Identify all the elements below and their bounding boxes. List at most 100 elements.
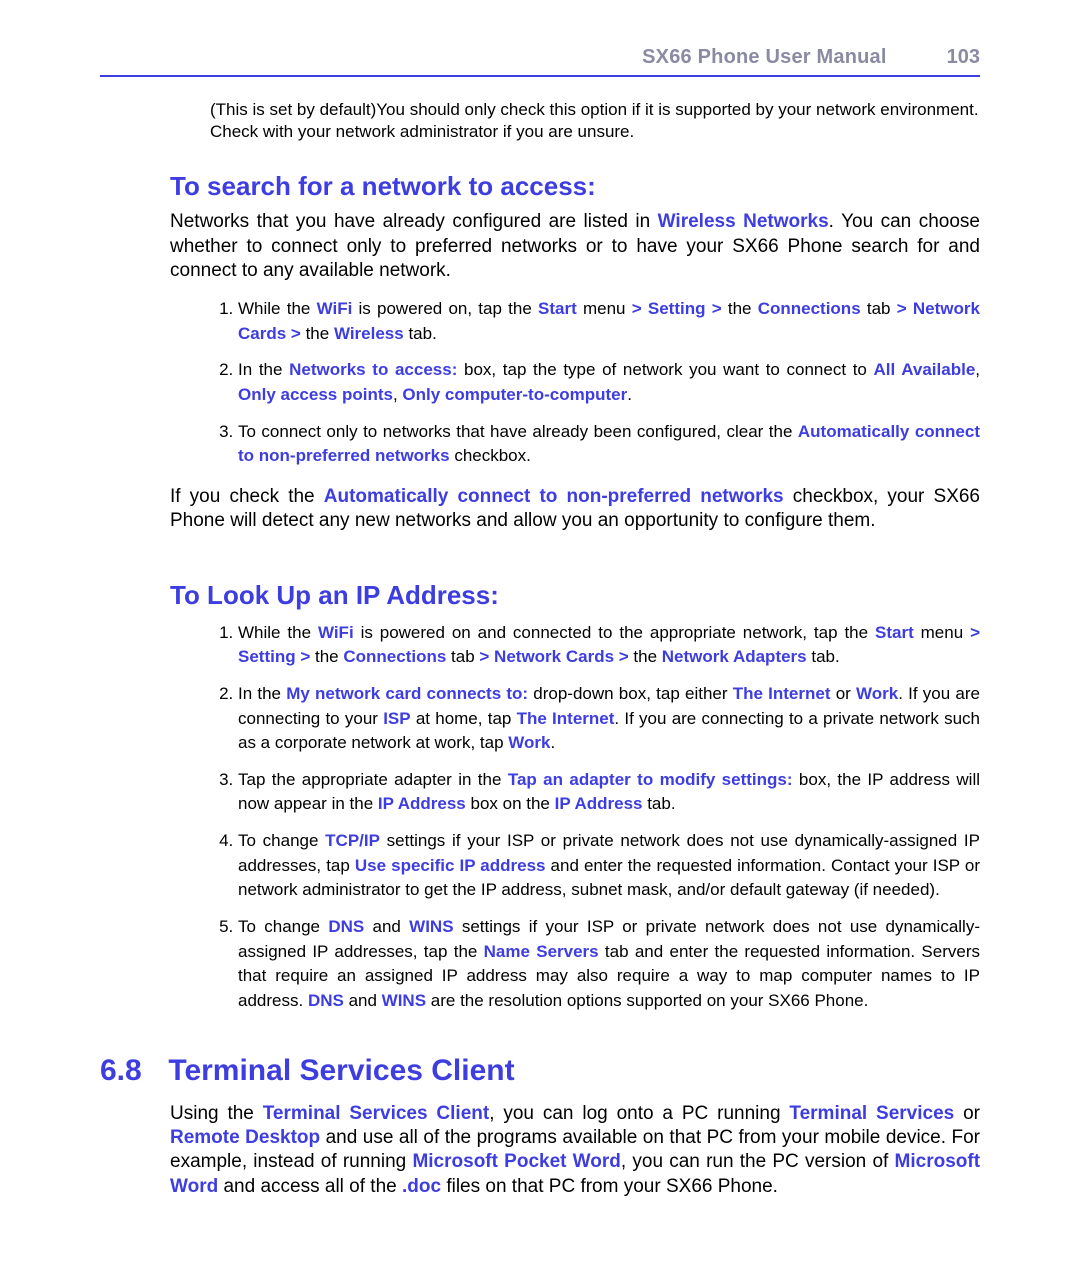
manual-title: SX66 Phone User Manual (642, 46, 886, 69)
text: files on that PC from your SX66 Phone. (441, 1176, 778, 1197)
keyword-dns: DNS (328, 917, 364, 936)
keyword-only-access-points: Only access points (238, 385, 393, 404)
text: Networks that you have already configure… (170, 211, 658, 232)
text: menu (914, 623, 970, 642)
text: tab. (404, 324, 437, 343)
text: and access all of the (218, 1176, 402, 1197)
keyword-connections: Connections (758, 299, 861, 318)
text: the (301, 324, 334, 343)
list-item: To connect only to networks that have al… (238, 420, 980, 469)
text: tab. (642, 794, 675, 813)
heading-lookup-ip: To Look Up an IP Address: (170, 580, 980, 611)
keyword-dns-2: DNS (308, 991, 344, 1010)
text: or (831, 684, 857, 703)
text: at home, tap (411, 709, 517, 728)
keyword-wifi: WiFi (318, 623, 354, 642)
text: and (364, 917, 409, 936)
keyword-connections: Connections (343, 647, 446, 666)
text: Using the (170, 1103, 263, 1124)
keyword-isp: ISP (383, 709, 410, 728)
text: the (722, 299, 758, 318)
text: While the (238, 299, 317, 318)
keyword-wins: WINS (409, 917, 453, 936)
page-header: SX66 Phone User Manual 103 (100, 46, 980, 77)
keyword-ip-address: IP Address (378, 794, 466, 813)
keyword-terminal-services: Terminal Services (789, 1103, 954, 1124)
text: To change (238, 917, 328, 936)
keyword-all-available: All Available (874, 360, 976, 379)
text: tab. (807, 647, 840, 666)
keyword-path2: > Network Cards > (479, 647, 628, 666)
text: tab (446, 647, 479, 666)
keyword-wireless-tab: Wireless (334, 324, 404, 343)
text: To connect only to networks that have al… (238, 422, 798, 441)
keyword-work: Work (856, 684, 898, 703)
keyword-wifi: WiFi (317, 299, 353, 318)
keyword-network-adapters: Network Adapters (662, 647, 807, 666)
list-item: While the WiFi is powered on and connect… (238, 621, 980, 670)
heading-search-network: To search for a network to access: (170, 171, 980, 202)
list-item: Tap the appropriate adapter in the Tap a… (238, 768, 980, 817)
keyword-auto-connect-2: Automatically connect to non-preferred n… (324, 486, 784, 507)
text: the (629, 647, 662, 666)
text: are the resolution options supported on … (426, 991, 868, 1010)
text: drop-down box, tap either (528, 684, 733, 703)
list-item: In the Networks to access: box, tap the … (238, 358, 980, 407)
list-item: In the My network card connects to: drop… (238, 682, 980, 756)
keyword-tap-adapter: Tap an adapter to modify settings: (508, 770, 793, 789)
heading-terminal-services-client: 6.8 Terminal Services Client (100, 1054, 980, 1088)
keyword-path: > Setting > (632, 299, 722, 318)
text: box on the (466, 794, 555, 813)
text: , you can run the PC version of (621, 1151, 895, 1172)
keyword-the-internet-2: The Internet (517, 709, 615, 728)
text: To change (238, 831, 325, 850)
text: menu (577, 299, 632, 318)
text: , (393, 385, 402, 404)
list-item: To change TCP/IP settings if your ISP or… (238, 829, 980, 903)
keyword-my-network-card: My network card connects to: (286, 684, 528, 703)
keyword-tcpip: TCP/IP (325, 831, 380, 850)
keyword-start: Start (875, 623, 914, 642)
text: , you can log onto a PC running (489, 1103, 789, 1124)
intro-note: (This is set by default)You should only … (210, 99, 980, 143)
text: In the (238, 360, 289, 379)
keyword-remote-desktop: Remote Desktop (170, 1127, 320, 1148)
keyword-wireless-networks: Wireless Networks (658, 211, 829, 232)
keyword-networks-to-access: Networks to access: (289, 360, 457, 379)
text: is powered on, tap the (352, 299, 538, 318)
text: . (550, 733, 555, 752)
text: checkbox. (450, 446, 531, 465)
section-title: Terminal Services Client (168, 1054, 514, 1087)
text: and (344, 991, 382, 1010)
search-network-intro: Networks that you have already configure… (170, 210, 980, 283)
keyword-wins-2: WINS (382, 991, 426, 1010)
keyword-gt: > (897, 299, 907, 318)
tsc-intro: Using the Terminal Services Client, you … (170, 1102, 980, 1199)
keyword-ms-pocket-word: Microsoft Pocket Word (412, 1151, 620, 1172)
text: , (975, 360, 980, 379)
keyword-name-servers: Name Servers (484, 942, 599, 961)
text: Tap the appropriate adapter in the (238, 770, 508, 789)
keyword-only-c2c: Only computer-to-computer (402, 385, 627, 404)
search-network-outro: If you check the Automatically connect t… (170, 485, 980, 534)
keyword-the-internet: The Internet (733, 684, 831, 703)
text: In the (238, 684, 286, 703)
keyword-use-specific-ip: Use specific IP address (355, 856, 546, 875)
keyword-terminal-services-client: Terminal Services Client (263, 1103, 489, 1124)
text: is powered on and connected to the appro… (354, 623, 875, 642)
ip-steps: While the WiFi is powered on and connect… (210, 621, 980, 1014)
keyword-doc: .doc (402, 1176, 441, 1197)
text: . (627, 385, 632, 404)
text: If you check the (170, 486, 324, 507)
text: or (954, 1103, 980, 1124)
list-item: To change DNS and WINS settings if your … (238, 915, 980, 1014)
keyword-start: Start (538, 299, 577, 318)
page-number: 103 (947, 46, 980, 69)
text: the (310, 647, 343, 666)
section-number: 6.8 (100, 1054, 160, 1088)
list-item: While the WiFi is powered on, tap the St… (238, 297, 980, 346)
keyword-ip-address-tab: IP Address (555, 794, 643, 813)
search-steps: While the WiFi is powered on, tap the St… (210, 297, 980, 469)
keyword-work-2: Work (508, 733, 550, 752)
text: tab (861, 299, 897, 318)
